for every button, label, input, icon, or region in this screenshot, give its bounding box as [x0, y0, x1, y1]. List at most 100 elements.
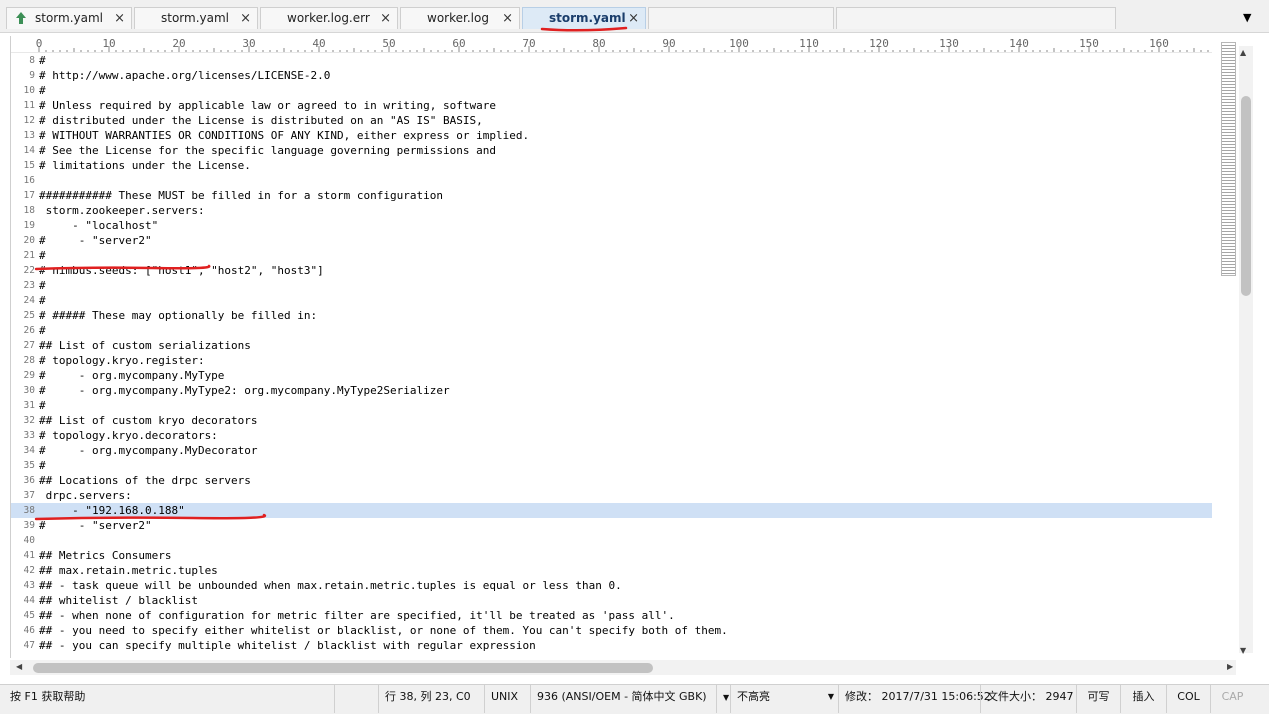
line-text[interactable]: # WITHOUT WARRANTIES OR CONDITIONS OF AN…	[39, 128, 529, 143]
horizontal-scroll-thumb[interactable]	[33, 663, 653, 673]
highlight-dropdown-icon[interactable]: ▼	[828, 685, 834, 709]
close-icon[interactable]: ×	[502, 11, 513, 26]
code-line[interactable]: 12 # distributed under the License is dis…	[11, 113, 1213, 128]
code-line[interactable]: 46 ## - you need to specify either whitel…	[11, 623, 1213, 638]
code-line[interactable]: 27 ## List of custom serializations	[11, 338, 1213, 353]
code-line[interactable]: 33 # topology.kryo.decorators:	[11, 428, 1213, 443]
tab-worker-log-err[interactable]: worker.log.err ×	[260, 7, 398, 29]
status-col-mode[interactable]: COL	[1166, 685, 1210, 713]
line-text[interactable]: ## List of custom serializations	[39, 338, 251, 353]
code-line[interactable]: 36 ## Locations of the drpc servers	[11, 473, 1213, 488]
scroll-right-arrow-icon[interactable]: ▶	[1227, 662, 1233, 671]
status-highlight-mode[interactable]: 不高亮 ▼	[730, 685, 838, 713]
code-line[interactable]: 18 storm.zookeeper.servers:	[11, 203, 1213, 218]
line-text[interactable]: #	[39, 53, 46, 68]
document-minimap[interactable]	[1221, 42, 1236, 276]
tab-list-dropdown-icon[interactable]: ▼	[1243, 11, 1251, 24]
line-text[interactable]: # - org.mycompany.MyType2: org.mycompany…	[39, 383, 450, 398]
line-text[interactable]: ## whitelist / blacklist	[39, 593, 198, 608]
close-icon[interactable]: ×	[114, 11, 125, 26]
status-insert-mode[interactable]: 插入	[1120, 685, 1166, 713]
line-text[interactable]: # distributed under the License is distr…	[39, 113, 483, 128]
code-line[interactable]: 42 ## max.retain.metric.tuples	[11, 563, 1213, 578]
line-text[interactable]: ## - you can specify multiple whitelist …	[39, 638, 536, 653]
line-text[interactable]: # - "server2"	[39, 233, 152, 248]
code-line[interactable]: 16	[11, 173, 1213, 188]
line-text[interactable]: # See the License for the specific langu…	[39, 143, 496, 158]
code-line[interactable]: 9 # http://www.apache.org/licenses/LICENS…	[11, 68, 1213, 83]
code-line[interactable]: 23 #	[11, 278, 1213, 293]
line-text[interactable]: #	[39, 398, 46, 413]
code-line[interactable]: 11 # Unless required by applicable law or…	[11, 98, 1213, 113]
close-icon[interactable]: ×	[240, 11, 251, 26]
code-line[interactable]: 45 ## - when none of configuration for me…	[11, 608, 1213, 623]
line-text[interactable]: # ##### These may optionally be filled i…	[39, 308, 317, 323]
tab-worker-log[interactable]: worker.log ×	[400, 7, 520, 29]
code-line[interactable]: 30 # - org.mycompany.MyType2: org.mycompa…	[11, 383, 1213, 398]
code-line[interactable]: 19 - "localhost"	[11, 218, 1213, 233]
code-line[interactable]: 28 # topology.kryo.register:	[11, 353, 1213, 368]
line-text[interactable]: storm.zookeeper.servers:	[39, 203, 205, 218]
scroll-down-arrow-icon[interactable]: ▼	[1240, 646, 1246, 655]
code-line[interactable]: 26 #	[11, 323, 1213, 338]
line-text[interactable]: # - org.mycompany.MyDecorator	[39, 443, 258, 458]
code-line[interactable]: 13 # WITHOUT WARRANTIES OR CONDITIONS OF …	[11, 128, 1213, 143]
status-writable[interactable]: 可写	[1076, 685, 1120, 713]
close-icon[interactable]: ×	[628, 11, 639, 26]
line-text[interactable]: ## Locations of the drpc servers	[39, 473, 251, 488]
close-icon[interactable]: ×	[380, 11, 391, 26]
code-line[interactable]: 15 # limitations under the License.	[11, 158, 1213, 173]
code-line[interactable]: 8 #	[11, 53, 1213, 68]
code-line[interactable]: 43 ## - task queue will be unbounded when…	[11, 578, 1213, 593]
line-text[interactable]: #	[39, 248, 46, 263]
encoding-dropdown-icon[interactable]: ▼	[716, 685, 730, 713]
line-text[interactable]: - "localhost"	[39, 218, 158, 233]
tab-storm-yaml-2[interactable]: storm.yaml ×	[134, 7, 258, 29]
code-line[interactable]: 41 ## Metrics Consumers	[11, 548, 1213, 563]
code-line[interactable]: 40	[11, 533, 1213, 548]
line-text[interactable]: # - org.mycompany.MyType	[39, 368, 224, 383]
line-text[interactable]: # topology.kryo.decorators:	[39, 428, 218, 443]
code-line[interactable]: 35 #	[11, 458, 1213, 473]
code-line[interactable]: 47 ## - you can specify multiple whitelis…	[11, 638, 1213, 653]
scroll-up-arrow-icon[interactable]: ▲	[1240, 48, 1246, 57]
line-text[interactable]: #	[39, 323, 46, 338]
line-text[interactable]: ## - you need to specify either whitelis…	[39, 623, 728, 638]
code-line[interactable]: 34 # - org.mycompany.MyDecorator	[11, 443, 1213, 458]
editor-area[interactable]: 0 10 20 30 40 50 60 70 80 90 100 110 120 130 140 150 160…	[10, 36, 1213, 658]
line-text[interactable]: # limitations under the License.	[39, 158, 251, 173]
code-line[interactable]: 29 # - org.mycompany.MyType	[11, 368, 1213, 383]
code-line[interactable]: 14 # See the License for the specific lan…	[11, 143, 1213, 158]
line-number: 44	[23, 595, 35, 606]
code-line[interactable]: 31 #	[11, 398, 1213, 413]
line-text[interactable]: # http://www.apache.org/licenses/LICENSE…	[39, 68, 330, 83]
line-text[interactable]: #	[39, 83, 46, 98]
code-line[interactable]: 25 # ##### These may optionally be filled…	[11, 308, 1213, 323]
status-line-ending[interactable]: UNIX	[484, 685, 530, 713]
line-text[interactable]: # Unless required by applicable law or a…	[39, 98, 496, 113]
code-line[interactable]: 24 #	[11, 293, 1213, 308]
line-text[interactable]: ########### These MUST be filled in for …	[39, 188, 443, 203]
line-text[interactable]: ## - task queue will be unbounded when m…	[39, 578, 622, 593]
code-line[interactable]: 20 # - "server2"	[11, 233, 1213, 248]
code-line[interactable]: 17 ########### These MUST be filled in fo…	[11, 188, 1213, 203]
code-line[interactable]: 44 ## whitelist / blacklist	[11, 593, 1213, 608]
line-text[interactable]: drpc.servers:	[39, 488, 132, 503]
line-text[interactable]: ## Metrics Consumers	[39, 548, 171, 563]
tab-storm-yaml-1[interactable]: storm.yaml ×	[6, 7, 132, 29]
status-encoding[interactable]: 936 (ANSI/OEM - 简体中文 GBK)	[530, 685, 716, 713]
code-line[interactable]: 37 drpc.servers:	[11, 488, 1213, 503]
code-line[interactable]: 21 #	[11, 248, 1213, 263]
scroll-left-arrow-icon[interactable]: ◀	[16, 662, 22, 671]
line-text[interactable]: #	[39, 293, 46, 308]
line-text[interactable]: #	[39, 278, 46, 293]
line-text[interactable]: #	[39, 458, 46, 473]
line-text[interactable]: # topology.kryo.register:	[39, 353, 205, 368]
vertical-scroll-thumb[interactable]	[1241, 96, 1251, 296]
code-line[interactable]: 32 ## List of custom kryo decorators	[11, 413, 1213, 428]
line-text[interactable]: ## - when none of configuration for metr…	[39, 608, 675, 623]
code-line[interactable]: 10 #	[11, 83, 1213, 98]
code-lines[interactable]: 8 #9 # http://www.apache.org/licenses/LICE…	[11, 53, 1213, 653]
line-text[interactable]: ## List of custom kryo decorators	[39, 413, 258, 428]
line-text[interactable]: ## max.retain.metric.tuples	[39, 563, 218, 578]
